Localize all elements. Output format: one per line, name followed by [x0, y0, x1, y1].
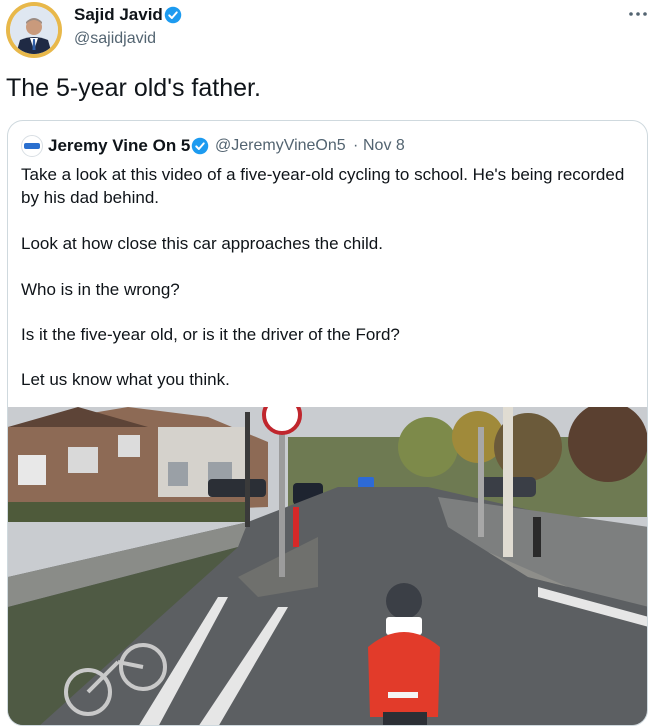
avatar-logo — [24, 143, 40, 149]
author-avatar[interactable] — [6, 2, 62, 58]
quoted-author-handle[interactable]: @JeremyVineOn5 — [215, 137, 346, 155]
quoted-author-name[interactable]: Jeremy Vine On 5 — [48, 136, 190, 156]
quoted-text-line: Look at how close this car approaches th… — [21, 234, 383, 253]
author-handle[interactable]: @sajidjavid — [74, 30, 156, 48]
quoted-tweet[interactable]: Jeremy Vine On 5 @JeremyVineOn5 · Nov 8 … — [7, 120, 648, 726]
quoted-date[interactable]: Nov 8 — [363, 137, 405, 155]
more-options-icon[interactable] — [626, 4, 650, 24]
verified-badge-icon — [164, 6, 182, 29]
separator-dot: · — [353, 137, 359, 154]
quoted-text-line: Is it the five-year old, or is it the dr… — [21, 325, 400, 344]
tweet-text: The 5-year old's father. — [6, 74, 261, 102]
quoted-text-line: Let us know what you think. — [21, 370, 230, 389]
quoted-author-avatar — [21, 135, 43, 157]
tweet-header: Sajid Javid @sajidjavid — [0, 0, 654, 62]
avatar-photo — [10, 6, 58, 54]
verified-badge-icon — [191, 137, 209, 160]
quoted-text-line: Take a look at this video of a five-year… — [21, 165, 625, 207]
video-thumbnail[interactable] — [8, 395, 647, 725]
quoted-text-line: Who is in the wrong? — [21, 280, 180, 299]
author-name[interactable]: Sajid Javid — [74, 5, 163, 25]
